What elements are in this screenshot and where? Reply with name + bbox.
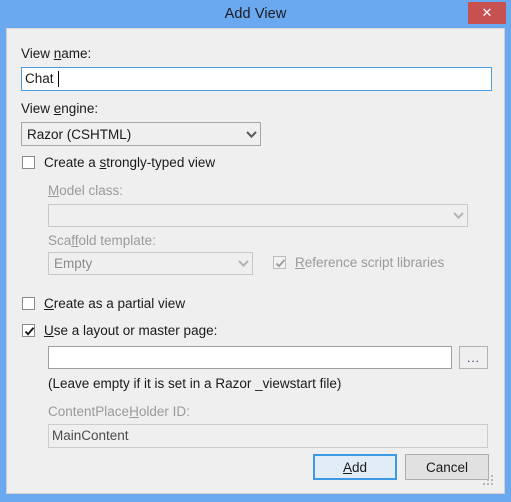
title-bar[interactable]: Add View ✕ — [0, 0, 511, 28]
chevron-down-icon — [450, 212, 467, 219]
partial-view-label: Create as a partial view — [44, 296, 186, 311]
strongly-typed-label: Create a strongly-typed view — [44, 155, 216, 170]
partial-view-checkbox-row[interactable]: Create as a partial view — [22, 296, 185, 311]
browse-layout-button[interactable]: ... — [459, 346, 488, 369]
browse-button-label: ... — [466, 350, 480, 365]
content-placeholder-input[interactable] — [48, 424, 488, 448]
chevron-down-icon — [235, 260, 252, 267]
view-name-input[interactable] — [21, 67, 492, 91]
resize-grip[interactable] — [483, 475, 494, 486]
dialog-title: Add View — [224, 6, 287, 22]
scaffold-template-value: Empty — [54, 256, 93, 271]
strongly-typed-checkbox[interactable] — [22, 156, 35, 169]
dialog-client-area: View name: View engine: Razor (CSHTML) C… — [6, 28, 505, 494]
scaffold-template-label: Scaffold template: — [48, 233, 156, 248]
reference-scripts-checkbox[interactable] — [273, 256, 286, 269]
model-class-label: Model class: — [48, 183, 124, 198]
chevron-down-icon — [243, 130, 260, 138]
use-layout-checkbox-row[interactable]: Use a layout or master page: — [22, 323, 217, 338]
view-engine-combobox[interactable]: Razor (CSHTML) — [21, 122, 261, 146]
cancel-button[interactable]: Cancel — [405, 454, 489, 480]
text-caret — [58, 71, 59, 87]
view-engine-value: Razor (CSHTML) — [27, 126, 132, 142]
view-engine-label: View engine: — [21, 101, 99, 116]
strongly-typed-checkbox-row[interactable]: Create a strongly-typed view — [22, 155, 215, 170]
layout-path-input[interactable] — [48, 346, 452, 369]
partial-view-checkbox[interactable] — [22, 297, 35, 310]
model-class-combobox[interactable] — [48, 204, 468, 227]
add-button[interactable]: Add — [313, 454, 397, 480]
cancel-button-label: Cancel — [425, 459, 469, 475]
close-button[interactable]: ✕ — [468, 2, 506, 24]
content-placeholder-label: ContentPlaceHolder ID: — [48, 404, 190, 419]
use-layout-checkbox[interactable] — [22, 324, 35, 337]
layout-hint-text: (Leave empty if it is set in a Razor _vi… — [48, 376, 342, 391]
add-view-dialog: Add View ✕ View name: View engine: Razor… — [0, 0, 511, 502]
reference-scripts-label: Reference script libraries — [295, 255, 445, 270]
add-button-label: Add — [342, 459, 368, 475]
view-name-label: View name: — [21, 46, 92, 61]
close-icon: ✕ — [481, 5, 493, 21]
scaffold-template-combobox[interactable]: Empty — [48, 252, 253, 275]
use-layout-label: Use a layout or master page: — [44, 323, 218, 338]
reference-scripts-checkbox-row[interactable]: Reference script libraries — [273, 255, 444, 270]
